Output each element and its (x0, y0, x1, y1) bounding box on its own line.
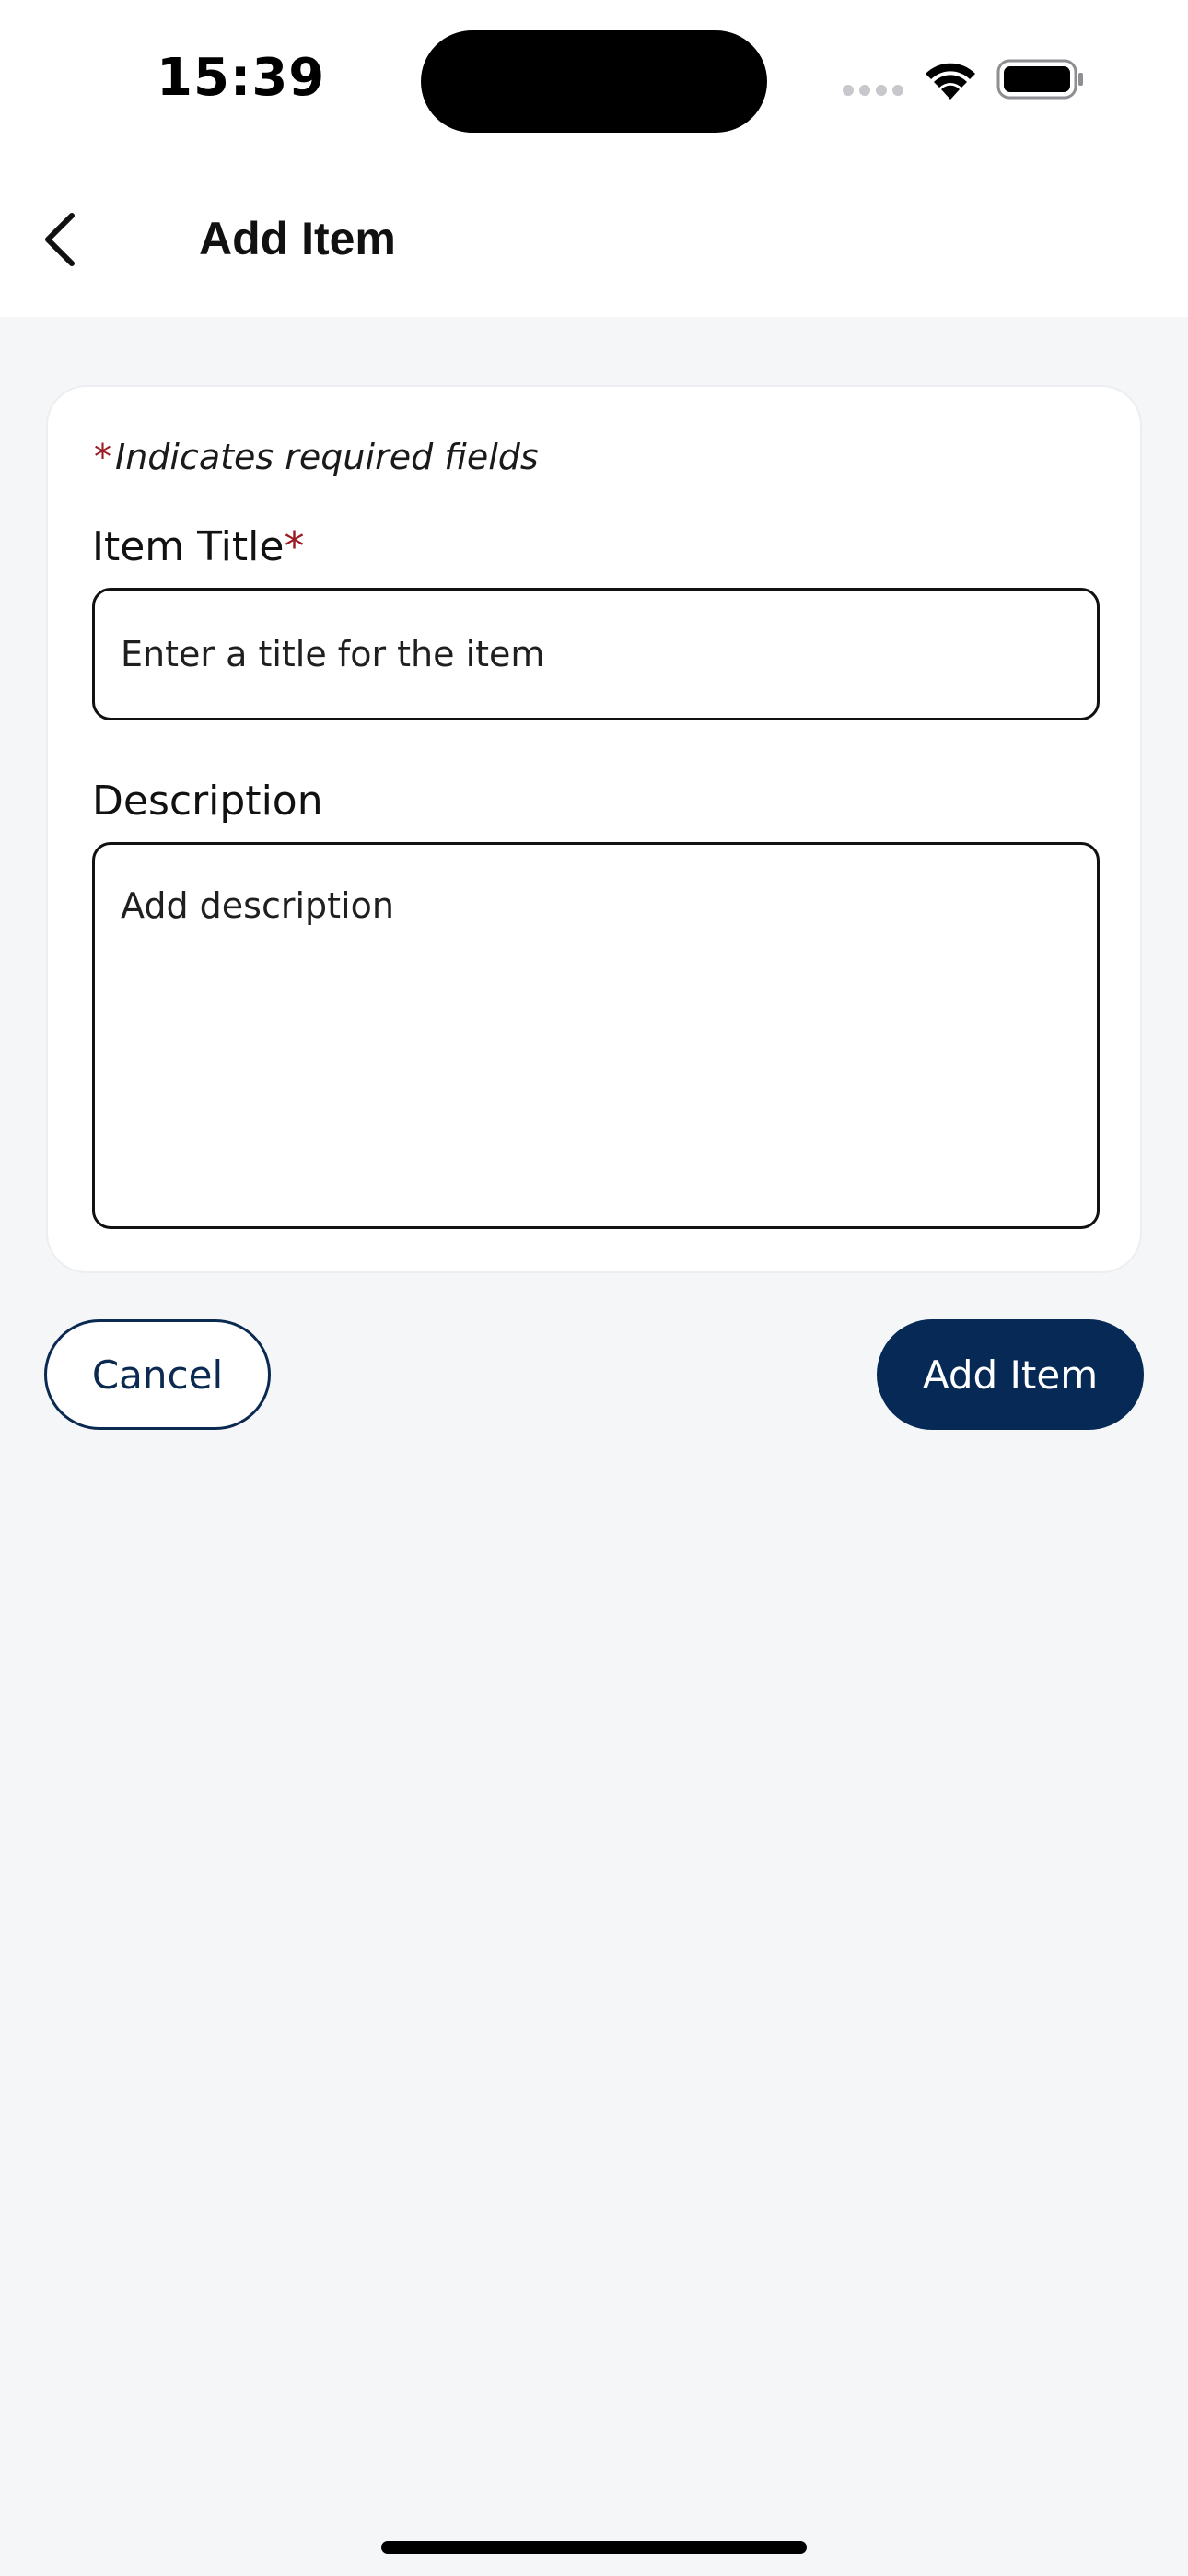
signal-icon (843, 85, 903, 96)
required-asterisk: * (94, 437, 111, 477)
dynamic-island (421, 30, 767, 133)
chevron-left-icon (45, 213, 75, 266)
description-textarea[interactable] (92, 842, 1100, 1229)
required-asterisk: * (284, 523, 305, 570)
wifi-icon (926, 63, 975, 100)
status-time: 15:39 (157, 48, 326, 108)
page-title: Add Item (199, 213, 396, 264)
battery-icon (996, 59, 1083, 100)
item-title-label-text: Item Title (92, 523, 285, 570)
nav-header: Add Item (0, 157, 1188, 317)
back-button[interactable] (28, 203, 92, 276)
add-item-button[interactable]: Add Item (877, 1319, 1144, 1430)
required-fields-note: * Indicates required fields (94, 437, 539, 477)
item-title-input[interactable] (92, 588, 1100, 720)
form-card: *Indicates required fields Item Title* D… (46, 385, 1142, 1273)
status-bar: 15:39 (0, 0, 1188, 157)
home-indicator[interactable] (381, 2541, 807, 2554)
item-title-label: Item Title* (92, 523, 304, 570)
cancel-button[interactable]: Cancel (44, 1319, 271, 1430)
description-label: Description (92, 778, 323, 825)
required-note-text: Indicates required fields (115, 437, 539, 477)
